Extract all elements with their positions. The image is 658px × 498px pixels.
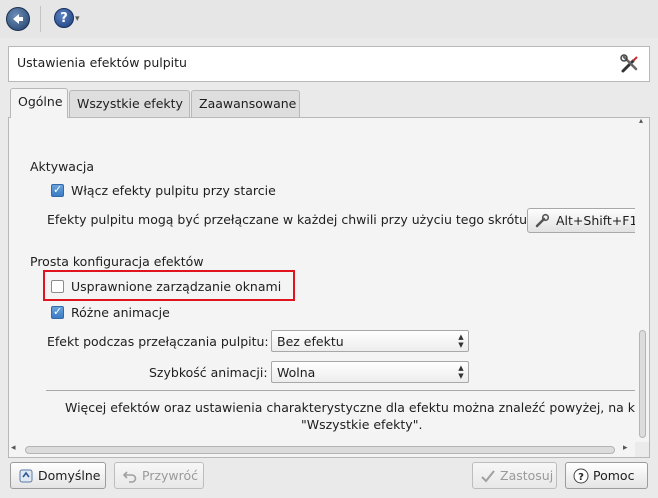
scroll-corner: [635, 442, 649, 457]
defaults-icon: [19, 469, 33, 483]
back-arrow-icon[interactable]: [6, 7, 30, 31]
desktop-switch-label: Efekt podczas przełączania pulpitu:: [47, 334, 269, 349]
various-animations-checkbox[interactable]: [51, 305, 64, 319]
desktop-switch-value: Bez efektu: [277, 334, 344, 349]
shortcut-description: Efekty pulpitu mogą być przełączane w ka…: [47, 212, 532, 227]
horizontal-scroll-thumb[interactable]: [25, 446, 615, 454]
scroll-area: Aktywacja Włącz efekty pulpitu przy star…: [9, 118, 635, 442]
tools-icon: [620, 54, 638, 73]
tab-panel: Aktywacja Włącz efekty pulpitu przy star…: [8, 117, 650, 458]
desktop-switch-select[interactable]: Bez efektu ▲ ▼: [271, 330, 469, 352]
page-title: Ustawienia efektów pulpitu: [17, 55, 187, 70]
vertical-scroll-thumb[interactable]: [639, 330, 646, 438]
improved-window-management-checkbox[interactable]: [51, 280, 64, 293]
simple-config-heading: Prosta konfiguracja efektów: [30, 254, 204, 269]
help-icon: ?: [573, 468, 589, 484]
activation-heading: Aktywacja: [30, 159, 94, 174]
horizontal-scrollbar[interactable]: ◂ ▸: [9, 442, 635, 457]
updown-icon: ▲ ▼: [458, 364, 464, 380]
animation-speed-value: Wolna: [277, 365, 316, 380]
more-effects-text: Więcej efektów oraz ustawienia charakter…: [65, 400, 635, 415]
tab-label: Ogólne: [18, 94, 63, 109]
help-button[interactable]: ? Pomoc: [565, 462, 648, 489]
scroll-up-icon[interactable]: ▴: [639, 118, 643, 125]
more-effects-text-2: "Wszystkie efekty".: [301, 417, 423, 432]
enable-effects-label[interactable]: Włącz efekty pulpitu przy starcie: [71, 183, 276, 198]
enable-effects-checkbox[interactable]: [51, 183, 64, 197]
vertical-scrollbar[interactable]: ▴: [635, 118, 649, 442]
improved-window-management-label[interactable]: Usprawnione zarządzanie oknami: [71, 279, 281, 294]
scroll-right-icon[interactable]: ▸: [623, 443, 628, 453]
tab-advanced[interactable]: Zaawansowane: [191, 90, 300, 117]
tab-label: Zaawansowane: [199, 96, 297, 111]
svg-text:?: ?: [578, 472, 584, 483]
various-animations-label[interactable]: Różne animacje: [71, 305, 170, 320]
shortcut-button[interactable]: Alt+Shift+F12: [527, 208, 635, 233]
apply-button[interactable]: Zastosuj: [472, 462, 557, 489]
animation-speed-label: Szybkość animacji:: [149, 365, 268, 380]
defaults-button-label: Domyślne: [38, 468, 101, 483]
help-menu-caret-icon[interactable]: ▾: [75, 14, 80, 24]
shortcut-button-label: Alt+Shift+F12: [556, 213, 635, 228]
checkmark-icon: [481, 470, 495, 483]
tab-general[interactable]: Ogólne: [10, 88, 68, 118]
toolbar-separator: [40, 6, 41, 32]
tab-label: Wszystkie efekty: [77, 96, 183, 111]
toolbar: ? ▾: [0, 0, 658, 38]
apply-button-label: Zastosuj: [500, 468, 554, 483]
page-header: Ustawienia efektów pulpitu: [8, 46, 650, 82]
animation-speed-select[interactable]: Wolna ▲ ▼: [271, 361, 469, 383]
updown-icon: ▲ ▼: [458, 333, 464, 349]
reset-button[interactable]: Przywróć: [114, 462, 204, 489]
defaults-button[interactable]: Domyślne: [10, 462, 106, 489]
help-icon[interactable]: ?: [54, 8, 74, 28]
wrench-icon: [535, 213, 550, 228]
divider: [46, 390, 635, 391]
undo-icon: [122, 471, 137, 483]
reset-button-label: Przywróć: [142, 468, 199, 483]
tab-all-effects[interactable]: Wszystkie efekty: [69, 90, 190, 117]
scroll-left-icon[interactable]: ◂: [11, 443, 16, 453]
help-button-label: Pomoc: [593, 468, 635, 483]
